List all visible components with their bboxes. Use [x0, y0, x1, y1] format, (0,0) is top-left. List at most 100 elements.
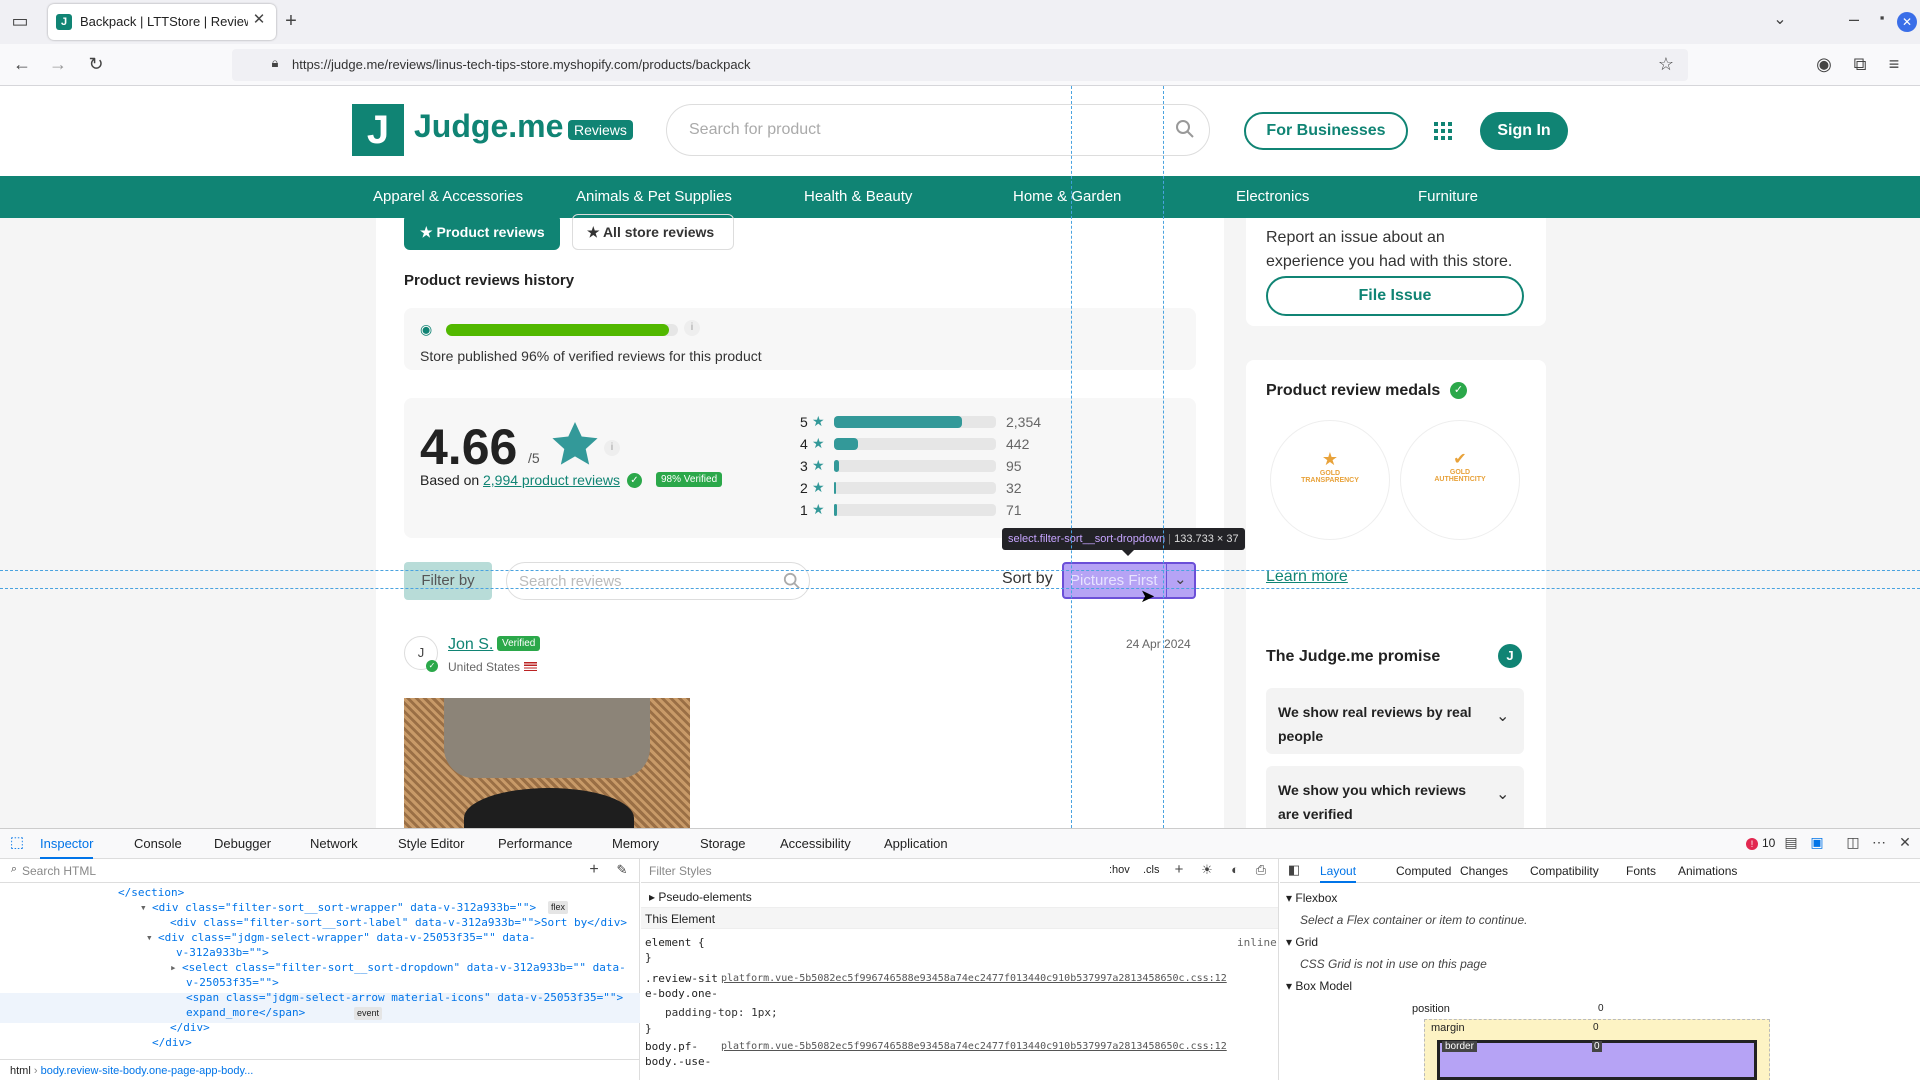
expand-toggle-icon[interactable]: ▾: [140, 900, 147, 915]
for-businesses-button[interactable]: For Businesses: [1244, 112, 1408, 150]
html-tree-line[interactable]: v-25053f35="">: [0, 975, 640, 990]
rule1-selector[interactable]: .review-site-body.one-page-app-body:not(…: [645, 971, 721, 1001]
gold-transparency-medal[interactable]: ★ GOLD TRANSPARENCY: [1270, 420, 1390, 540]
review-photo[interactable]: [404, 698, 690, 828]
info-icon[interactable]: i: [604, 440, 620, 456]
layout-tab-changes[interactable]: Changes: [1460, 859, 1508, 883]
rating-row[interactable]: 3 ★ 95: [800, 456, 1060, 476]
dock-icon[interactable]: ◫: [1844, 835, 1862, 849]
devtools-tab-console[interactable]: Console: [134, 829, 182, 859]
reload-icon[interactable]: ↻: [86, 55, 106, 73]
devtools-tab-memory[interactable]: Memory: [612, 829, 659, 859]
flex-badge[interactable]: flex: [548, 901, 569, 914]
category-furniture[interactable]: Furniture: [1418, 176, 1478, 218]
category-apparel[interactable]: Apparel & Accessories: [373, 176, 523, 218]
gold-authenticity-medal[interactable]: ✔ GOLD AUTHENTICITY: [1400, 420, 1520, 540]
eyedropper-icon[interactable]: ✎: [614, 863, 630, 876]
devtools-tab-network[interactable]: Network: [310, 829, 358, 859]
hov-toggle[interactable]: :hov: [1109, 864, 1130, 876]
rating-row[interactable]: 2 ★ 32: [800, 478, 1060, 498]
layout-tab-fonts[interactable]: Fonts: [1626, 859, 1656, 883]
pick-element-icon[interactable]: ⬚: [8, 835, 26, 850]
close-devtools-icon[interactable]: ✕: [1896, 835, 1914, 849]
devtools-tab-inspector[interactable]: Inspector: [40, 829, 94, 859]
search-html-input[interactable]: Search HTML: [22, 864, 96, 878]
error-count[interactable]: 10: [1762, 836, 1775, 850]
reviews-count-link[interactable]: 2,994 product reviews: [483, 472, 620, 488]
promise-item-2[interactable]: We show you which reviews are verified ⌄: [1266, 766, 1524, 828]
html-tree-line[interactable]: ▸ <select class="filter-sort__sort-dropdo…: [0, 960, 640, 975]
promise-item-1[interactable]: We show real reviews by real people ⌄: [1266, 688, 1524, 754]
search-icon[interactable]: [1175, 119, 1195, 139]
back-icon[interactable]: ←: [12, 55, 32, 73]
filter-by-button[interactable]: Filter by: [404, 562, 492, 600]
logo-text[interactable]: Judge.me: [414, 108, 563, 145]
rating-row[interactable]: 5 ★ 2,354: [800, 412, 1060, 432]
breadcrumb-html[interactable]: html: [10, 1065, 31, 1077]
devtools-tab-accessibility[interactable]: Accessibility: [780, 829, 851, 859]
extensions-icon[interactable]: ⧉: [1850, 55, 1870, 73]
category-animals[interactable]: Animals & Pet Supplies: [576, 176, 732, 218]
product-search-input[interactable]: Search for product: [666, 104, 1210, 156]
expand-toggle-icon[interactable]: ▾: [146, 930, 153, 945]
sidebar-toggle-icon[interactable]: ◧: [1286, 863, 1302, 876]
event-badge[interactable]: event: [354, 1007, 383, 1020]
html-tree-line[interactable]: <div class="filter-sort__sort-label" dat…: [0, 915, 640, 930]
devtools-tab-debugger[interactable]: Debugger: [214, 829, 271, 859]
box-model-section-toggle[interactable]: ▾ Box Model: [1286, 979, 1352, 993]
html-tree-line[interactable]: </div>: [0, 1020, 640, 1035]
devtools-tab-application[interactable]: Application: [884, 829, 948, 859]
error-icon[interactable]: !: [1746, 838, 1758, 850]
more-options-icon[interactable]: ⋯: [1870, 835, 1888, 849]
devtools-tab-storage[interactable]: Storage: [700, 829, 746, 859]
html-tree-line[interactable]: ▾ <div class="jdgm-select-wrapper" data-v…: [0, 930, 640, 945]
html-tree-line[interactable]: <span class="jdgm-select-arrow material-…: [0, 990, 640, 1005]
rule1-source[interactable]: platform.vue-5b5082ec5f996746588e93458a7…: [721, 971, 1227, 986]
info-icon[interactable]: i: [684, 320, 700, 336]
html-tree-line[interactable]: ▾ <div class="filter-sort__sort-wrapper" …: [0, 900, 640, 915]
apps-grid-icon[interactable]: [1434, 122, 1452, 140]
html-tree-line[interactable]: </div>: [0, 1035, 640, 1050]
bm-margin-value[interactable]: 0: [1593, 1022, 1599, 1033]
rating-row[interactable]: 4 ★ 442: [800, 434, 1060, 454]
html-tree-line[interactable]: expand_more</span>: [0, 1005, 640, 1020]
tab-list-icon[interactable]: ▭: [10, 12, 30, 30]
rule2-source[interactable]: platform.vue-5b5082ec5f996746588e93458a7…: [721, 1039, 1227, 1054]
sort-dropdown[interactable]: Pictures First ⌄: [1062, 562, 1196, 599]
add-node-icon[interactable]: +: [586, 862, 602, 878]
breadcrumb-body[interactable]: body.review-site-body.one-page-app-body.…: [41, 1065, 254, 1077]
html-tree[interactable]: </section> ▾ <div class="filter-sort__sort…: [0, 885, 640, 1053]
category-home[interactable]: Home & Garden: [1013, 176, 1121, 218]
bm-position-value[interactable]: 0: [1598, 1003, 1604, 1014]
menu-icon[interactable]: ≡: [1884, 55, 1904, 73]
html-tree-line[interactable]: </section>: [0, 885, 640, 900]
devtools-tab-performance[interactable]: Performance: [498, 829, 572, 859]
close-tab-icon[interactable]: ✕: [250, 12, 268, 27]
expand-toggle-icon[interactable]: ▸: [170, 960, 177, 975]
layout-tab-computed[interactable]: Computed: [1396, 859, 1451, 883]
element-rule[interactable]: element { }: [645, 935, 705, 965]
cls-toggle[interactable]: .cls: [1143, 864, 1160, 876]
html-tree-line[interactable]: </div>: [0, 1050, 640, 1053]
flexbox-section-toggle[interactable]: ▾ Flexbox: [1286, 891, 1337, 905]
print-icon[interactable]: ⎙: [1253, 863, 1269, 876]
layout-tab-compatibility[interactable]: Compatibility: [1530, 859, 1599, 883]
html-tree-line[interactable]: v-312a933b="">: [0, 945, 640, 960]
account-icon[interactable]: ◉: [1814, 55, 1834, 73]
browser-tab-active[interactable]: J Backpack | LTTStore | Review ✕: [48, 4, 276, 40]
light-mode-icon[interactable]: ☀: [1199, 863, 1215, 876]
devtools-tab-style-editor[interactable]: Style Editor: [398, 829, 464, 859]
category-electronics[interactable]: Electronics: [1236, 176, 1309, 218]
rule2-selector[interactable]: body.pf-body.-use-: [645, 1039, 721, 1069]
url-text[interactable]: https://judge.me/reviews/linus-tech-tips…: [292, 57, 751, 72]
file-issue-button[interactable]: File Issue: [1266, 276, 1524, 316]
forward-icon[interactable]: →: [48, 55, 68, 73]
minimize-icon[interactable]: –: [1844, 10, 1864, 28]
rating-row[interactable]: 1 ★ 71: [800, 500, 1060, 520]
reviewer-name-link[interactable]: Jon S.: [448, 636, 493, 654]
filter-styles-input[interactable]: Filter Styles: [649, 864, 712, 878]
all-store-reviews-tab[interactable]: ★ All store reviews: [572, 214, 734, 250]
split-console-icon[interactable]: ▤: [1782, 835, 1800, 849]
rule1-prop[interactable]: padding-top: 1px;: [665, 1005, 778, 1020]
category-health[interactable]: Health & Beauty: [804, 176, 912, 218]
